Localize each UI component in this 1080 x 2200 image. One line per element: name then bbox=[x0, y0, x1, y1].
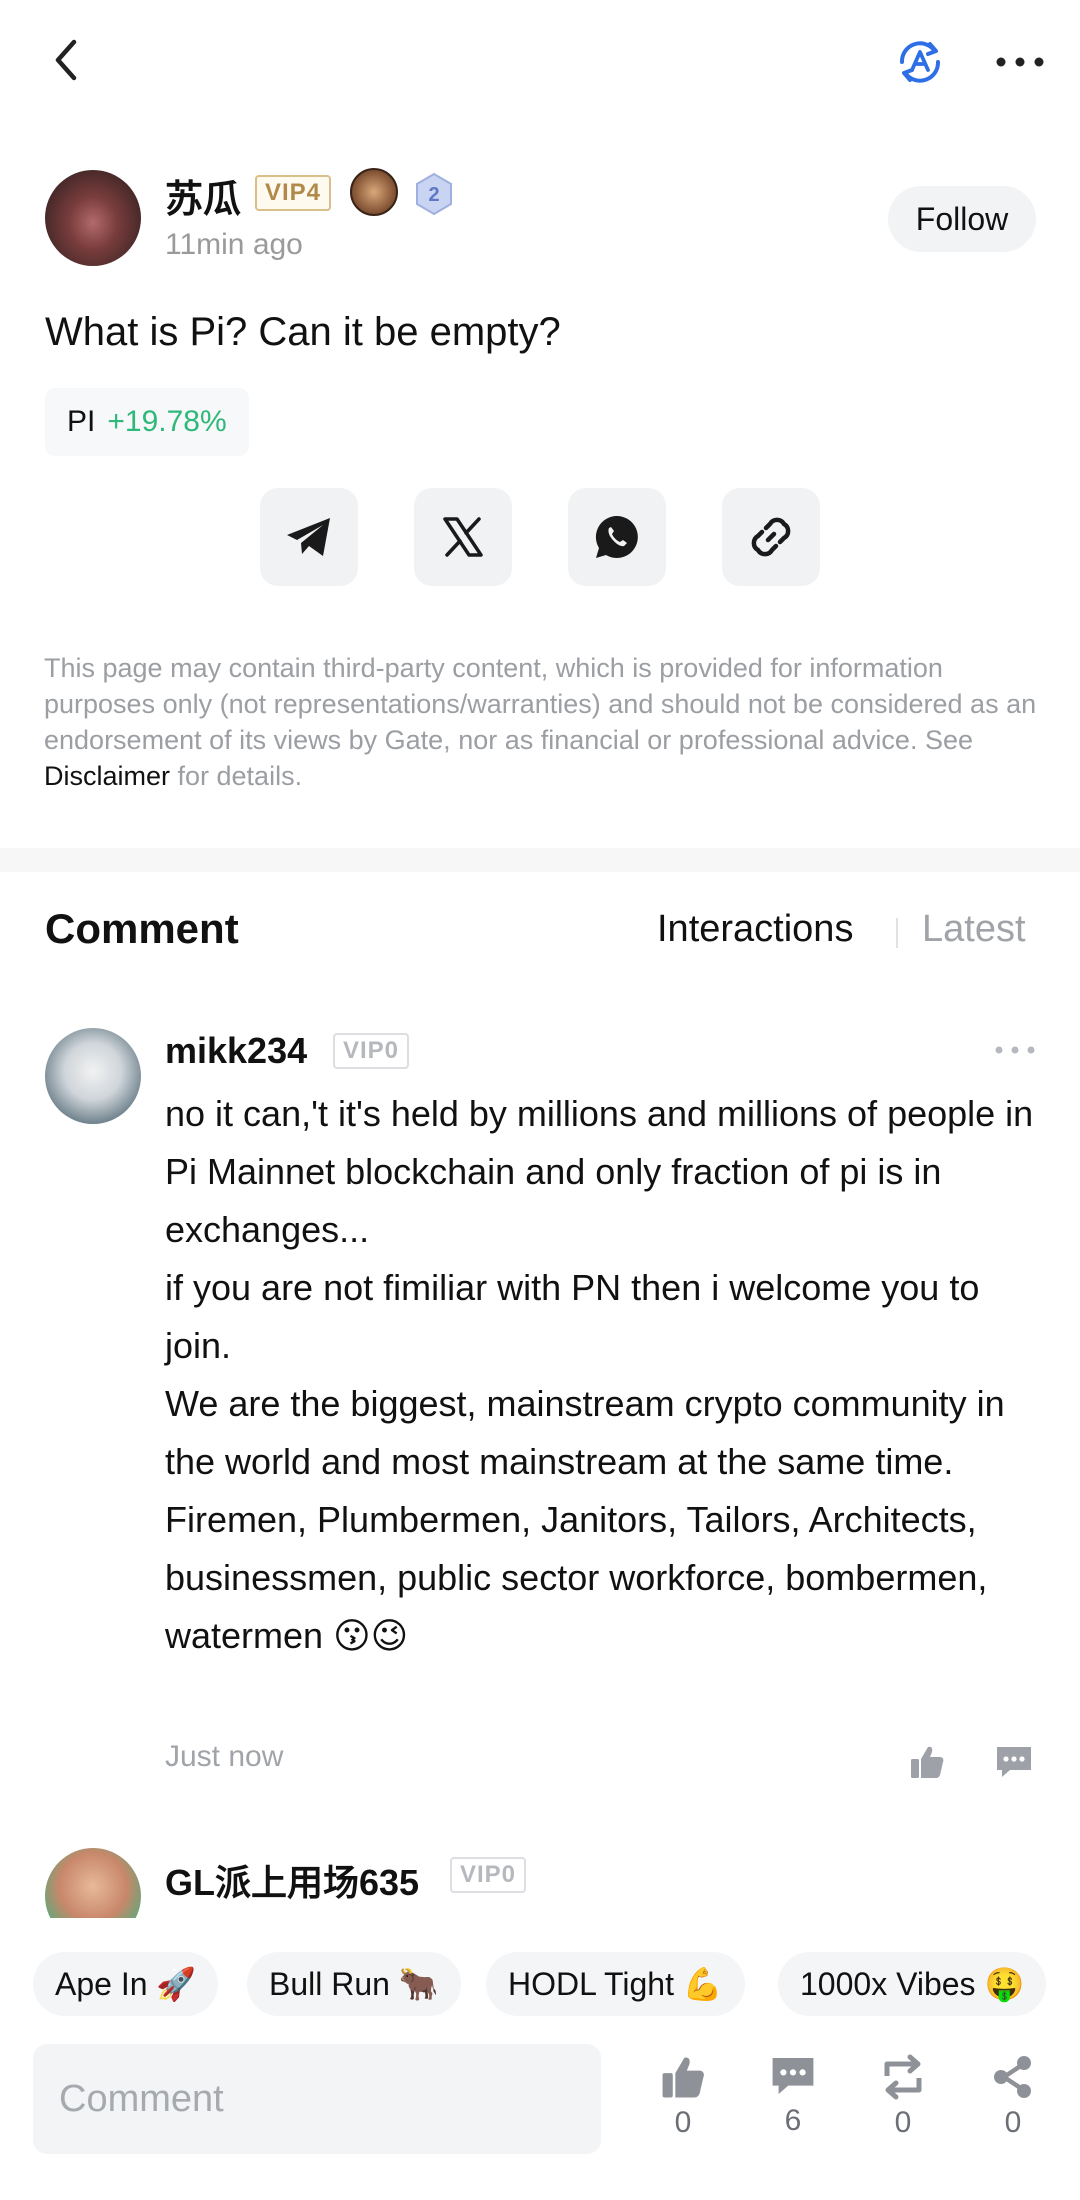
translate-icon bbox=[899, 41, 941, 83]
x-icon bbox=[443, 517, 483, 557]
comment-line: Firemen, Plumbermen, Janitors, Tailors, … bbox=[165, 1499, 988, 1656]
share-count: 0 bbox=[1004, 2106, 1022, 2139]
comment-line: no it can,'t it's held by millions and m… bbox=[165, 1093, 1034, 1250]
disclaimer-link[interactable]: Disclaimer bbox=[44, 761, 170, 791]
share-action[interactable]: 0 bbox=[978, 2054, 1048, 2140]
thumbs-up-icon bbox=[911, 1746, 944, 1778]
link-icon bbox=[751, 517, 791, 557]
reaction-chip[interactable]: HODL Tight 💪 bbox=[486, 1952, 745, 2016]
sort-latest-tab[interactable]: Latest bbox=[922, 908, 1026, 951]
comment-action[interactable]: 6 bbox=[758, 2054, 828, 2138]
comment-line: We are the biggest, mainstream crypto co… bbox=[165, 1383, 1005, 1482]
comment-count: 6 bbox=[784, 2104, 802, 2137]
comments-title: Comment bbox=[45, 905, 239, 952]
author-name[interactable]: 苏瓜 bbox=[165, 168, 241, 223]
like-count: 0 bbox=[674, 2106, 692, 2139]
share-telegram-button[interactable] bbox=[260, 488, 358, 586]
chevron-left-icon bbox=[55, 39, 77, 81]
vip-badge: VIP0 bbox=[450, 1857, 527, 1893]
translate-button[interactable] bbox=[890, 32, 950, 92]
vip-badge: VIP0 bbox=[333, 1033, 410, 1069]
comment-like-button[interactable] bbox=[905, 1740, 949, 1784]
svg-text:2: 2 bbox=[428, 184, 439, 206]
post-text: What is Pi? Can it be empty? bbox=[45, 310, 561, 354]
reaction-chip[interactable]: Bull Run 🐂 bbox=[247, 1952, 461, 2016]
commenter-name[interactable]: mikk234 bbox=[165, 1030, 307, 1072]
comment-line: if you are not fimiliar with PN then i w… bbox=[165, 1267, 980, 1366]
more-horizontal-icon bbox=[996, 57, 1044, 67]
comment-time: Just now bbox=[165, 1740, 284, 1773]
commenter-avatar[interactable] bbox=[45, 1028, 141, 1124]
share-whatsapp-button[interactable] bbox=[568, 488, 666, 586]
comment-body: no it can,'t it's held by millions and m… bbox=[165, 1085, 1045, 1665]
copy-link-button[interactable] bbox=[722, 488, 820, 586]
more-horizontal-icon bbox=[995, 1046, 1035, 1054]
sort-divider bbox=[896, 918, 898, 948]
reaction-chip[interactable]: 1000x Vibes 🤑 bbox=[778, 1952, 1047, 2016]
repost-action[interactable]: 0 bbox=[868, 2054, 938, 2140]
like-action[interactable]: 0 bbox=[648, 2054, 718, 2140]
commenter-name[interactable]: GL派上用场635 bbox=[165, 1854, 419, 1906]
back-button[interactable] bbox=[36, 30, 96, 90]
repost-icon bbox=[884, 2054, 922, 2100]
author-avatar[interactable] bbox=[45, 170, 141, 266]
like-icon bbox=[662, 2057, 704, 2098]
comment-reply-button[interactable] bbox=[992, 1740, 1036, 1784]
repost-count: 0 bbox=[894, 2106, 912, 2139]
section-divider bbox=[0, 848, 1080, 872]
medal-badge-icon bbox=[350, 168, 398, 216]
share-x-button[interactable] bbox=[414, 488, 512, 586]
disclaimer-body: This page may contain third-party conten… bbox=[44, 653, 1037, 755]
comment-more-button[interactable] bbox=[990, 1035, 1040, 1065]
share-icon bbox=[994, 2056, 1031, 2098]
disclaimer-text: This page may contain third-party conten… bbox=[44, 650, 1044, 794]
level-badge-icon: 2 bbox=[416, 172, 452, 216]
follow-button[interactable]: Follow bbox=[888, 186, 1036, 252]
coin-tag[interactable]: PI +19.78% bbox=[45, 388, 249, 456]
vip-badge: VIP4 bbox=[255, 175, 332, 211]
post-time: 11min ago bbox=[165, 228, 303, 261]
more-options-button[interactable] bbox=[990, 34, 1050, 90]
coin-change: +19.78% bbox=[107, 405, 227, 438]
chat-bubble-icon bbox=[997, 1747, 1031, 1777]
comment-input[interactable] bbox=[33, 2044, 601, 2154]
reaction-chip[interactable]: Ape In 🚀 bbox=[33, 1952, 219, 2016]
whatsapp-icon bbox=[595, 515, 638, 558]
sort-interactions-tab[interactable]: Interactions bbox=[657, 908, 853, 951]
telegram-icon bbox=[287, 518, 330, 556]
disclaimer-tail: for details. bbox=[170, 761, 303, 791]
coin-symbol: PI bbox=[67, 405, 96, 438]
comment-icon bbox=[772, 2058, 814, 2094]
